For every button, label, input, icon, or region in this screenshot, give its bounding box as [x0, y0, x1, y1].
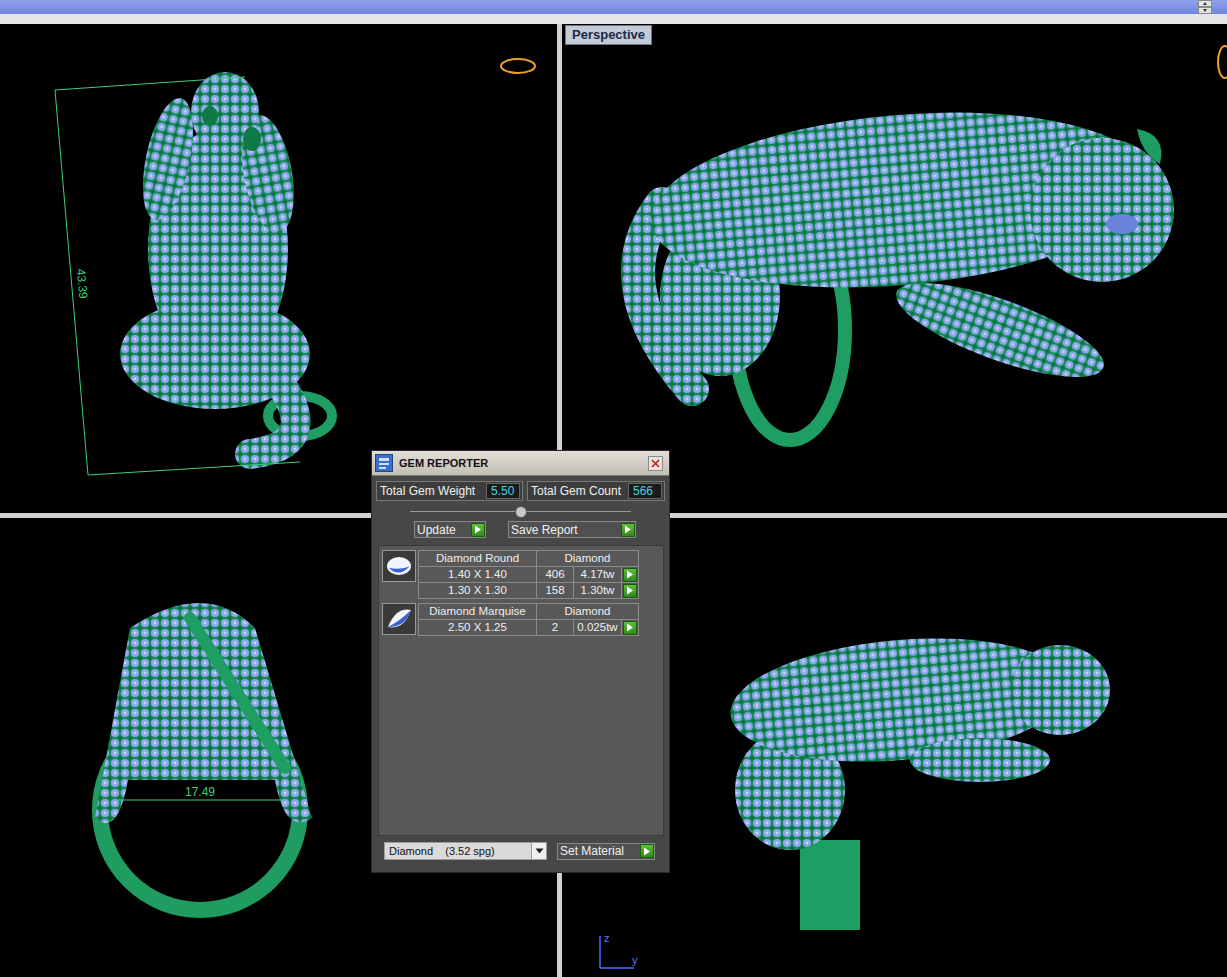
count-cell: 2 [537, 620, 574, 636]
weight-cell: 1.30tw [574, 583, 622, 599]
total-label: Total Gem Count [531, 484, 624, 498]
cad-window: 43.39 Perspective17.49zy GEM REPORTER To… [0, 0, 1227, 977]
total-field: Total Gem Weight 5.50 [376, 481, 523, 501]
set-material-button[interactable]: Set Material [557, 843, 655, 860]
title-bar [0, 0, 1227, 14]
view-cube-icon[interactable] [501, 59, 535, 73]
gem-group: Diamond Marquise Diamond 2.50 X 1.25 2 0… [382, 603, 663, 636]
shape-header: Diamond Marquise [419, 604, 537, 620]
select-gems-button[interactable] [623, 568, 637, 582]
total-field: Total Gem Count 566 [527, 481, 665, 501]
action-button[interactable]: Save Report [508, 521, 636, 538]
run-button[interactable] [471, 523, 485, 537]
weight-cell: 4.17tw [574, 567, 622, 583]
slider-knob[interactable] [515, 506, 527, 518]
viewport-label[interactable]: Perspective [565, 25, 652, 45]
play-arrow-icon [626, 570, 634, 579]
scroll-up-icon[interactable] [1198, 0, 1212, 7]
dialog-title-bar[interactable]: GEM REPORTER [372, 451, 669, 476]
size-cell: 1.40 X 1.40 [419, 567, 537, 583]
action-button[interactable]: Update [414, 521, 486, 538]
material-select[interactable]: Diamond (3.52 spg) [384, 842, 547, 860]
play-arrow-icon [626, 586, 634, 595]
gem-shape-icon [382, 603, 416, 635]
scroll-down-icon[interactable] [1198, 7, 1212, 14]
svg-text:y: y [632, 954, 638, 966]
shape-header: Diamond Round [419, 551, 537, 567]
count-cell: 158 [537, 583, 574, 599]
total-value: 5.50 [486, 483, 520, 499]
gem-table: Diamond Round Diamond 1.40 X 1.40 406 4.… [418, 550, 639, 599]
play-arrow-icon [624, 525, 632, 534]
material-header: Diamond [537, 551, 639, 567]
dropdown-arrow-icon [535, 848, 544, 854]
height-dimension: 43.39 [74, 268, 91, 299]
perspective-model[interactable] [562, 24, 1227, 513]
close-icon [650, 458, 661, 469]
axes-icon: zy [600, 932, 638, 968]
apply-material-button[interactable] [640, 844, 654, 858]
play-arrow-icon [626, 623, 634, 632]
gem-list: Diamond Round Diamond 1.40 X 1.40 406 4.… [378, 545, 664, 836]
play-arrow-icon [474, 525, 482, 534]
weight-cell: 0.025tw [574, 620, 622, 636]
gem-group: Diamond Round Diamond 1.40 X 1.40 406 4.… [382, 550, 663, 599]
size-slider[interactable] [410, 505, 631, 519]
size-cell: 2.50 X 1.25 [419, 620, 537, 636]
dialog-title: GEM REPORTER [399, 457, 642, 469]
material-header: Diamond [537, 604, 639, 620]
gem-shape-icon [382, 550, 416, 582]
viewport[interactable]: 43.39 [0, 24, 557, 513]
total-value: 566 [628, 483, 662, 499]
material-row: Diamond (3.52 spg) Set Material [372, 836, 669, 872]
viewport[interactable]: Perspective [562, 24, 1227, 513]
close-button[interactable] [648, 456, 663, 471]
gem-table: Diamond Marquise Diamond 2.50 X 1.25 2 0… [418, 603, 639, 636]
action-row: Update Save Report [372, 519, 669, 538]
gem-reporter-dialog: GEM REPORTER Total Gem Weight 5.50Total … [371, 450, 670, 873]
gem-report-icon [375, 454, 393, 472]
select-gems-button[interactable] [623, 621, 637, 635]
svg-text:z: z [604, 932, 610, 944]
count-cell: 406 [537, 567, 574, 583]
total-label: Total Gem Weight [380, 484, 482, 498]
totals-row: Total Gem Weight 5.50Total Gem Count 566 [372, 476, 669, 501]
select-gems-button[interactable] [623, 584, 637, 598]
size-cell: 1.30 X 1.30 [419, 583, 537, 599]
view-cube-icon[interactable] [1218, 46, 1227, 78]
width-dimension: 17.49 [185, 785, 215, 799]
run-button[interactable] [621, 523, 635, 537]
top-view-model[interactable]: 43.39 [0, 24, 557, 513]
scroll-buttons[interactable] [1198, 0, 1212, 14]
play-arrow-icon [643, 847, 651, 856]
